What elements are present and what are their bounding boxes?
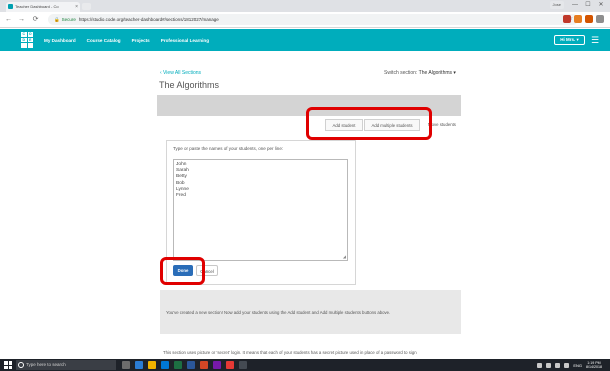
extension-icons — [563, 15, 604, 23]
close-window-icon[interactable]: ✕ — [596, 1, 606, 9]
nav-projects[interactable]: Projects — [132, 38, 150, 43]
browser-tab[interactable]: Teacher Dashboard - Co × — [6, 2, 80, 12]
taskbar-search-placeholder: Type here to search — [26, 362, 66, 367]
cortana-icon — [18, 362, 24, 368]
code-org-favicon — [8, 4, 13, 9]
new-tab-button[interactable] — [82, 3, 91, 10]
user-menu-button[interactable]: Hi Mrs. ▾ — [554, 35, 585, 45]
browser-tab-bar: Teacher Dashboard - Co × Jose — ☐ ✕ — [0, 0, 610, 12]
clock-date: 8/14/2018 — [586, 365, 602, 369]
student-name-line: Fred — [176, 193, 186, 199]
chrome-profile-badge[interactable]: Jose — [549, 1, 564, 9]
url-text: https://studio.code.org/teacher-dashboar… — [78, 17, 219, 22]
windows-start-icon[interactable] — [4, 361, 12, 369]
system-tray: ENG 1:19 PM 8/14/2018 — [537, 359, 602, 371]
logo-letter: E — [27, 37, 33, 43]
onenote-icon[interactable] — [213, 361, 221, 369]
store-icon[interactable] — [161, 361, 169, 369]
secure-label: Secure — [61, 17, 76, 22]
edge-icon[interactable] — [135, 361, 143, 369]
nav-my-dashboard[interactable]: My Dashboard — [44, 38, 76, 43]
file-explorer-icon[interactable] — [148, 361, 156, 369]
hamburger-menu-icon[interactable]: ☰ — [590, 35, 600, 45]
site-nav: My Dashboard Course Catalog Projects Pro… — [44, 29, 209, 51]
logo-letter: O — [27, 32, 33, 37]
taskbar-apps — [122, 361, 247, 369]
volume-icon[interactable] — [555, 362, 561, 368]
resize-handle-icon[interactable]: ◢ — [343, 255, 346, 259]
word-icon[interactable] — [187, 361, 195, 369]
language-indicator[interactable]: ENG — [573, 363, 582, 368]
logo-letter — [27, 43, 33, 48]
logo-letter — [21, 43, 27, 48]
tab-title: Teacher Dashboard - Co — [15, 4, 59, 9]
window-controls: — ☐ ✕ — [570, 1, 606, 9]
nav-professional-learning[interactable]: Professional Learning — [161, 38, 209, 43]
logo-letter: C — [21, 32, 27, 37]
powerpoint-icon[interactable] — [200, 361, 208, 369]
switch-section-label: Switch section: — [384, 70, 418, 76]
chrome-icon[interactable] — [226, 361, 234, 369]
reload-icon[interactable]: ⟳ — [31, 15, 40, 24]
site-header: C O D E My Dashboard Course Catalog Proj… — [0, 29, 610, 51]
switch-section-dropdown[interactable]: The Algorithms ▾ — [419, 70, 456, 76]
back-arrow-icon[interactable]: ← — [4, 15, 13, 24]
chrome-menu-icon[interactable] — [596, 15, 604, 23]
windows-taskbar: Type here to search ENG 1:19 PM 8/14/201… — [0, 359, 610, 371]
tab-close-icon[interactable]: × — [75, 2, 78, 12]
code-org-logo[interactable]: C O D E — [21, 32, 33, 48]
extension-icon[interactable] — [563, 15, 571, 23]
lock-icon: 🔒 — [54, 17, 60, 22]
excel-icon[interactable] — [174, 361, 182, 369]
dialog-prompt: Type or paste the names of your students… — [173, 146, 284, 151]
forward-arrow-icon[interactable]: → — [17, 15, 26, 24]
extension-icon[interactable] — [585, 15, 593, 23]
maximize-icon[interactable]: ☐ — [583, 1, 593, 9]
minimize-icon[interactable]: — — [570, 1, 580, 9]
login-type-text: This section uses picture or 'secret' lo… — [163, 350, 417, 355]
mail-icon[interactable] — [239, 361, 247, 369]
page-title: The Algorithms — [159, 80, 220, 90]
tray-icon[interactable] — [537, 362, 543, 368]
switch-section: Switch section: The Algorithms ▾ — [384, 70, 456, 76]
annotation-highlight-done — [160, 257, 205, 285]
task-view-icon[interactable] — [122, 361, 130, 369]
extension-icon[interactable] — [574, 15, 582, 23]
logo-letter: D — [21, 37, 27, 43]
tray-icon[interactable] — [546, 362, 552, 368]
browser-toolbar: ← → ⟳ 🔒 Secure https://studio.code.org/tea… — [0, 12, 610, 28]
taskbar-search-input[interactable]: Type here to search — [16, 360, 116, 370]
address-bar[interactable]: 🔒 Secure https://studio.code.org/teacher-d… — [48, 14, 578, 25]
info-text: You've created a new section! Now add yo… — [166, 310, 391, 315]
view-all-sections-link[interactable]: ‹ View All Sections — [160, 70, 201, 76]
network-icon[interactable] — [564, 362, 570, 368]
annotation-highlight-actions — [306, 107, 432, 140]
nav-course-catalog[interactable]: Course Catalog — [87, 38, 121, 43]
taskbar-clock[interactable]: 1:19 PM 8/14/2018 — [586, 361, 602, 369]
student-names-textarea[interactable]: John Sarah Betty Bob Lynne Fred ◢ — [173, 159, 348, 261]
